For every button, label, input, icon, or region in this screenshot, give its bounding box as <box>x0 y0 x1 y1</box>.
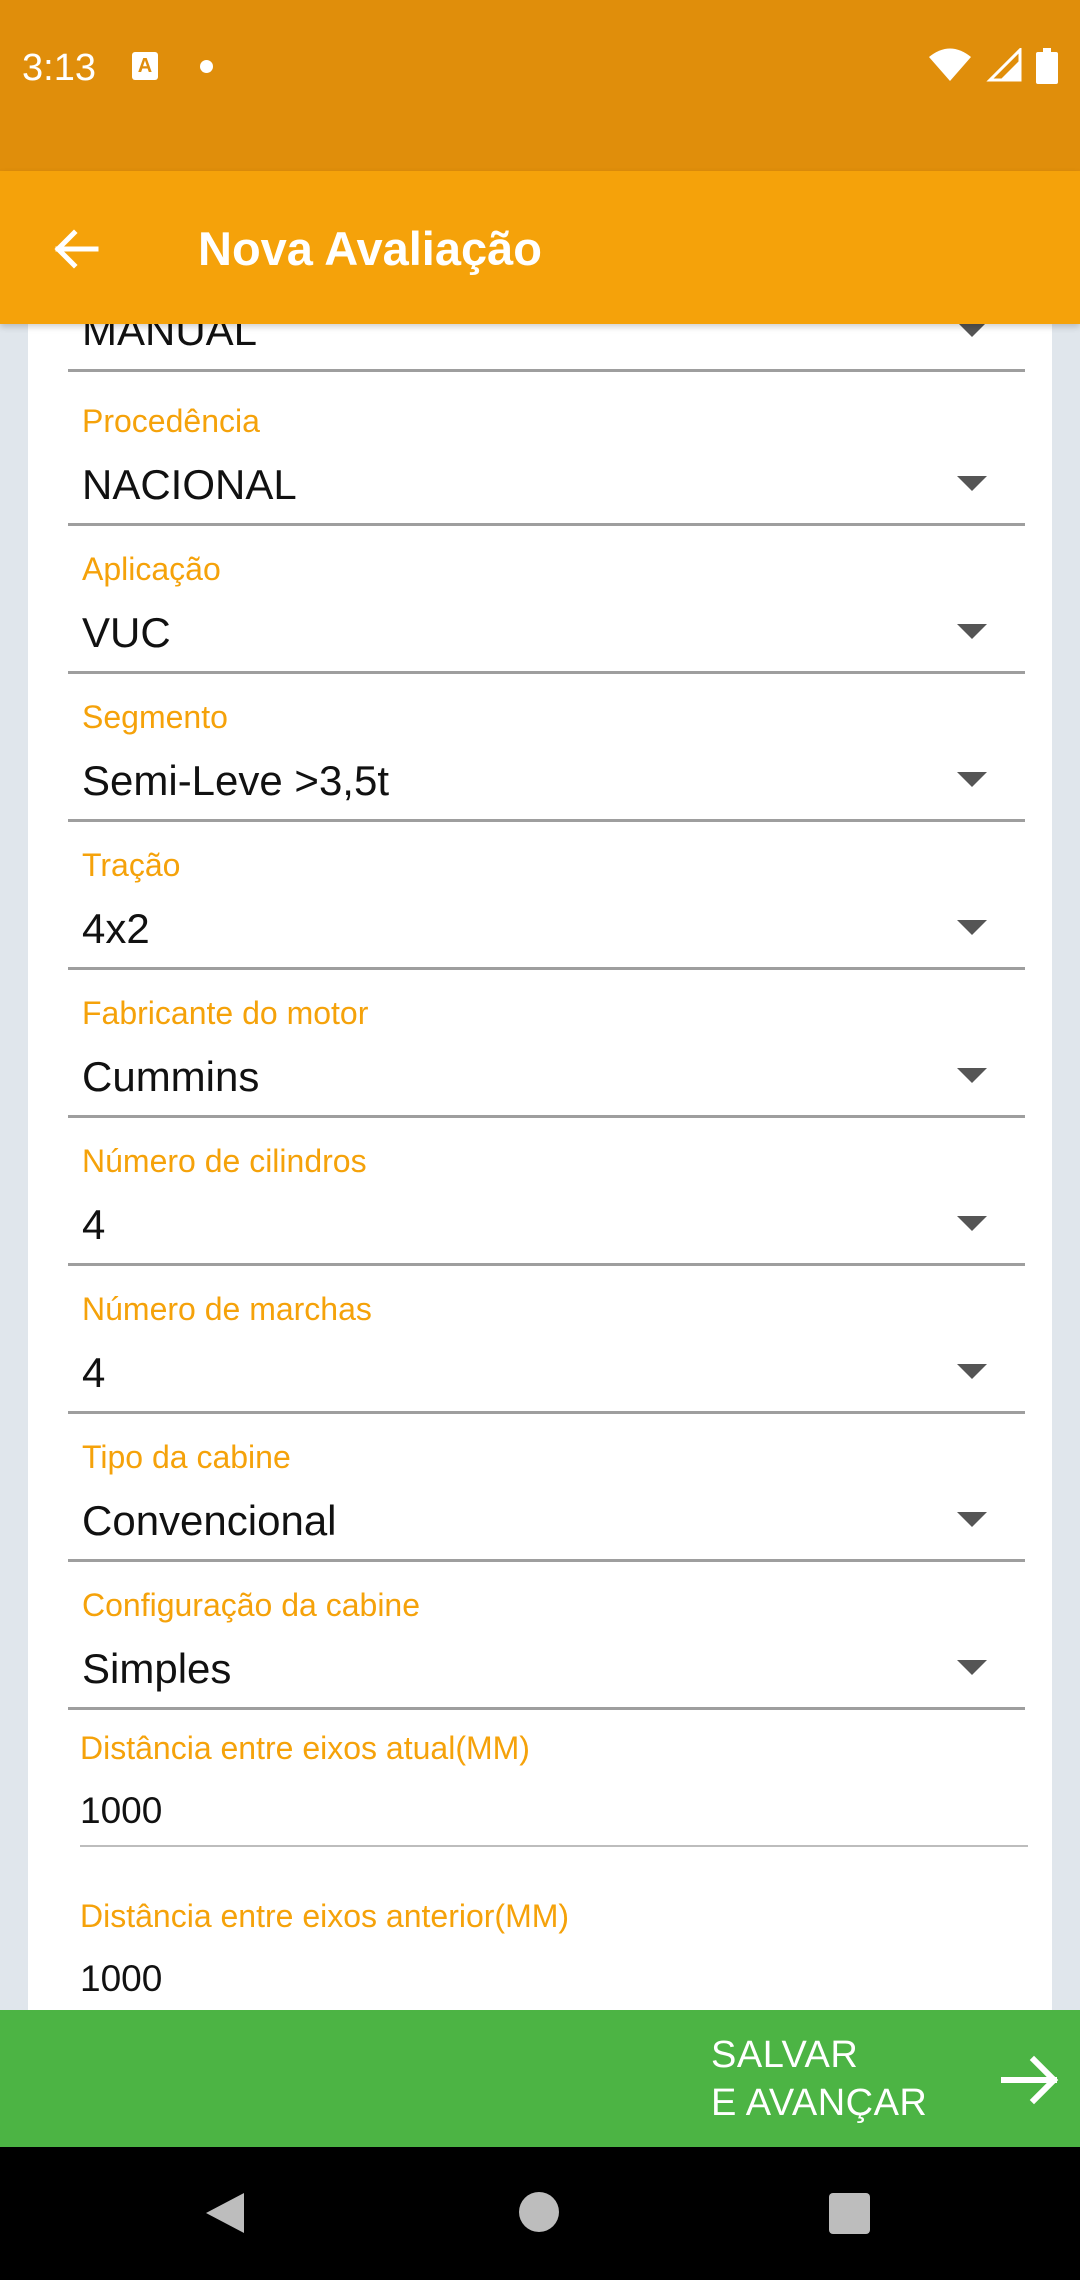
field-label: Número de cilindros <box>82 1143 367 1179</box>
field-label: Fabricante do motor <box>82 995 369 1031</box>
save-bar: SALVAR E AVANÇAR <box>0 2010 1080 2147</box>
dropdown-arrow-icon <box>957 476 987 491</box>
text-input-value: 1000 <box>80 1790 163 1831</box>
field-underline <box>68 671 1025 674</box>
field-underline <box>68 1411 1025 1414</box>
dropdown-segmento[interactable]: Segmento Semi-Leve >3,5t <box>68 697 1025 845</box>
app-bar: Nova Avaliação <box>0 171 1080 324</box>
dropdown-fabricante-motor[interactable]: Fabricante do motor Cummins <box>68 993 1025 1141</box>
back-button[interactable] <box>34 207 118 291</box>
nav-recents-icon[interactable] <box>829 2193 870 2234</box>
distancia-eixos-atual-field[interactable]: Distância entre eixos atual(MM) 1000 <box>80 1728 1028 1858</box>
field-label: Aplicação <box>82 551 221 587</box>
dropdown-arrow-icon <box>957 772 987 787</box>
nav-back-icon[interactable] <box>204 2191 246 2235</box>
dropdown-value: 4x2 <box>82 905 150 952</box>
dropdown-value: 4 <box>82 1201 106 1248</box>
dropdown-arrow-icon <box>957 1068 987 1083</box>
nav-home-icon[interactable] <box>519 2192 559 2232</box>
field-label: Segmento <box>82 699 228 735</box>
arrow-left-icon <box>54 229 99 269</box>
notification-a-icon: A <box>132 52 158 80</box>
battery-icon <box>1036 48 1058 84</box>
field-underline <box>68 1115 1025 1118</box>
page-title: Nova Avaliação <box>198 222 542 275</box>
field-underline <box>80 1845 1028 1847</box>
field-underline <box>68 1559 1025 1562</box>
dropdown-arrow-icon <box>957 920 987 935</box>
field-label: Distância entre eixos atual(MM) <box>80 1730 530 1766</box>
dropdown-tracao[interactable]: Tração 4x2 <box>68 845 1025 993</box>
field-label: Configuração da cabine <box>82 1587 421 1623</box>
dropdown-arrow-icon <box>957 1512 987 1527</box>
signal-icon <box>985 48 1022 82</box>
dropdown-value: Semi-Leve >3,5t <box>82 757 390 804</box>
dropdown-numero-cilindros[interactable]: Número de cilindros 4 <box>68 1141 1025 1289</box>
status-bar: 3:13 A <box>0 0 1080 171</box>
field-underline <box>68 819 1025 822</box>
dropdown-tipo-cabine[interactable]: Tipo da cabine Convencional <box>68 1437 1025 1585</box>
dropdown-value: Cummins <box>82 1053 260 1100</box>
dropdown-arrow-icon <box>957 324 987 337</box>
arrow-right-icon <box>1001 2055 1059 2105</box>
form-card: MANUAL Procedência NACIONAL Aplicação VU… <box>28 324 1052 2010</box>
dropdown-value: NACIONAL <box>82 461 297 508</box>
dropdown-arrow-icon <box>957 624 987 639</box>
save-label-line1: SALVAR <box>711 2034 859 2076</box>
distancia-eixos-anterior-field[interactable]: Distância entre eixos anterior(MM) 1000 <box>80 1896 1028 2010</box>
field-underline <box>68 369 1025 372</box>
field-underline <box>68 1707 1025 1710</box>
dropdown-arrow-icon <box>957 1660 987 1675</box>
dropdown-arrow-icon <box>957 1364 987 1379</box>
dropdown-numero-marchas[interactable]: Número de marchas 4 <box>68 1289 1025 1437</box>
dropdown-arrow-icon <box>957 1216 987 1231</box>
field-underline <box>68 523 1025 526</box>
save-and-continue-button[interactable]: SALVAR E AVANÇAR <box>700 2010 1060 2147</box>
dropdown-value: MANUAL <box>82 324 258 354</box>
notification-dot-icon <box>200 60 213 73</box>
field-label: Tipo da cabine <box>82 1439 291 1475</box>
system-nav-bar <box>0 2147 1080 2280</box>
dropdown-value: Simples <box>82 1645 232 1692</box>
status-time: 3:13 <box>22 47 96 89</box>
dropdown-value: 4 <box>82 1349 106 1396</box>
field-label: Procedência <box>82 403 260 439</box>
field-label: Número de marchas <box>82 1291 372 1327</box>
dropdown-transmission[interactable]: MANUAL <box>68 324 1025 395</box>
text-input-value: 1000 <box>80 1958 163 1999</box>
dropdown-value: VUC <box>82 609 171 656</box>
field-label: Distância entre eixos anterior(MM) <box>80 1898 570 1934</box>
field-underline <box>68 967 1025 970</box>
wifi-icon <box>929 48 972 81</box>
status-icons <box>919 48 1058 86</box>
dropdown-configuracao-cabine[interactable]: Configuração da cabine Simples <box>68 1585 1025 1733</box>
dropdown-procedencia[interactable]: Procedência NACIONAL <box>68 401 1025 549</box>
field-underline <box>68 1263 1025 1266</box>
field-label: Tração <box>82 847 181 883</box>
dropdown-value: Convencional <box>82 1497 337 1544</box>
dropdown-aplicacao[interactable]: Aplicação VUC <box>68 549 1025 697</box>
save-label-line2: E AVANÇAR <box>711 2082 928 2124</box>
